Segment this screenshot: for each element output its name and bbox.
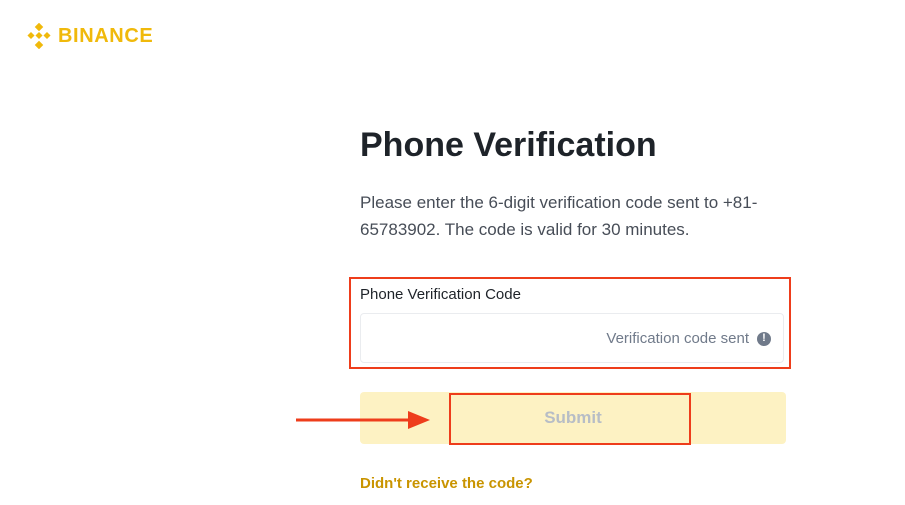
binance-diamond-icon — [26, 23, 52, 49]
page-title: Phone Verification — [360, 126, 657, 164]
page: BINANCE Phone Verification Please enter … — [0, 0, 905, 505]
verification-code-field[interactable]: Verification code sent ! — [360, 313, 784, 364]
code-status: Verification code sent ! — [606, 330, 771, 347]
binance-logo[interactable]: BINANCE — [26, 23, 153, 49]
code-status-text: Verification code sent — [606, 330, 749, 347]
code-field-label: Phone Verification Code — [360, 286, 521, 303]
brand-name: BINANCE — [58, 24, 154, 47]
submit-label: Submit — [544, 408, 602, 427]
verification-code-input[interactable] — [371, 314, 595, 364]
page-description: Please enter the 6-digit verification co… — [360, 193, 758, 239]
submit-button[interactable]: Submit — [360, 392, 786, 444]
resend-code-link[interactable]: Didn't receive the code? — [360, 475, 533, 492]
info-circle-icon: ! — [757, 331, 771, 346]
